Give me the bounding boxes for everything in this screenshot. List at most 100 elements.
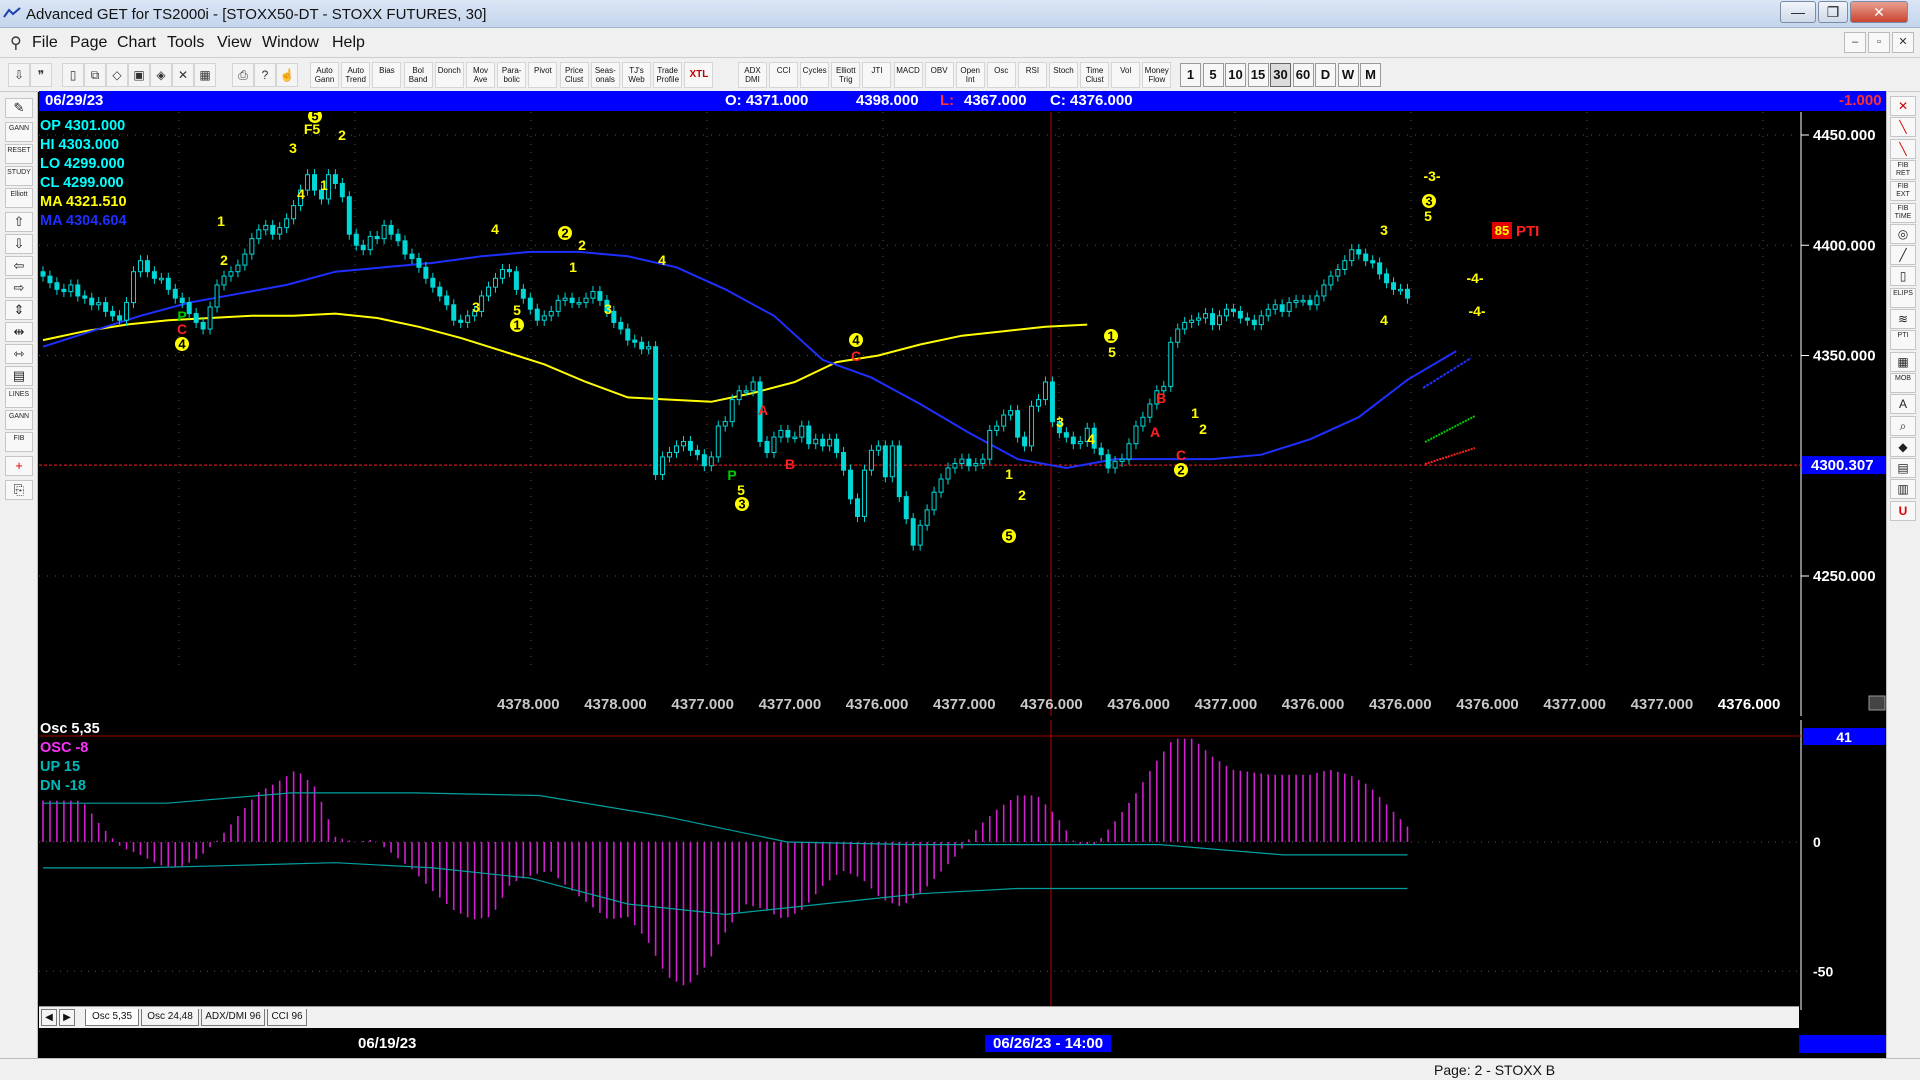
open-icon[interactable]: ⇩	[8, 63, 30, 87]
menu-view[interactable]: View	[217, 34, 251, 52]
pencil-icon[interactable]: ✎	[5, 98, 33, 118]
copy-icon[interactable]: ⎘	[5, 480, 33, 500]
close-button[interactable]: ✕	[1850, 1, 1908, 23]
timeframe-5-button[interactable]: 5	[1202, 63, 1224, 87]
study-icon[interactable]: STUDY	[5, 166, 33, 186]
help-icon[interactable]: ?	[254, 63, 276, 87]
toolbar-vol-button[interactable]: Vol	[1111, 62, 1141, 88]
toolbar-seas-onals-button[interactable]: Seas- onals	[590, 62, 620, 88]
elliott-icon[interactable]: Elliott	[5, 188, 33, 208]
toolbar-tj-s-web-button[interactable]: TJ's Web	[622, 62, 651, 88]
expand-icon[interactable]: ⇿	[5, 344, 33, 364]
zoom-horizontal-icon[interactable]: ⇹	[5, 322, 33, 342]
toolbar-trade-profile-button[interactable]: Trade Profile	[653, 62, 683, 88]
menu-tools[interactable]: Tools	[167, 34, 204, 52]
timeframe-10-button[interactable]: 10	[1225, 63, 1246, 87]
restore-button[interactable]: ❐	[1818, 1, 1848, 23]
toolbar-macd-button[interactable]: MACD	[893, 62, 923, 88]
tab-cci-96[interactable]: CCI 96	[267, 1009, 307, 1026]
print-icon[interactable]: ⎙	[232, 63, 254, 87]
arrow-right-icon[interactable]: ⇨	[5, 278, 33, 298]
mdi-minimize-button[interactable]: –	[1844, 32, 1866, 53]
price-chart[interactable]: 5F5 231412PC443 51221 434CABP531253415BA12C…	[39, 112, 1886, 716]
text-tool-icon[interactable]: A	[1890, 394, 1916, 415]
zoom-vertical-icon[interactable]: ⇕	[5, 300, 33, 320]
line-tool-icon[interactable]: ╲	[1890, 117, 1916, 138]
toolbar-mov-ave-button[interactable]: Mov Ave	[466, 62, 495, 88]
timeframe-60-button[interactable]: 60	[1292, 63, 1314, 87]
menu-help[interactable]: Help	[332, 34, 365, 52]
menu-page[interactable]: Page	[70, 34, 107, 52]
timeframe-1-button[interactable]: 1	[1180, 63, 1201, 87]
pointer-icon[interactable]: ☝	[276, 63, 298, 87]
toolbar-obv-button[interactable]: OBV	[924, 62, 954, 88]
toolbar-rsi-button[interactable]: RSI	[1017, 62, 1047, 88]
crosshair-icon[interactable]: +	[5, 456, 33, 476]
toolbar-para-bolic-button[interactable]: Para- bolic	[497, 62, 527, 88]
toolbar-osc-button[interactable]: Osc	[986, 62, 1016, 88]
toolbar-elliott-trig-button[interactable]: Elliott Trig	[831, 62, 861, 88]
menu-window[interactable]: Window	[262, 34, 319, 52]
grid-tool-icon[interactable]: ▦	[1890, 351, 1916, 372]
quote-icon[interactable]: ❞	[30, 63, 52, 87]
toolbar-auto-trend-button[interactable]: Auto Trend	[341, 62, 371, 88]
pti-icon[interactable]: PTI	[1890, 330, 1916, 351]
toolbar-jti-button[interactable]: JTI	[862, 62, 892, 88]
box-tool-icon[interactable]: ▯	[1890, 266, 1916, 287]
layout-icon[interactable]: ▣	[128, 63, 150, 87]
tile-icon[interactable]: ◇	[106, 63, 128, 87]
channel-tool-icon[interactable]: ╱	[1890, 245, 1916, 266]
timeframe-30-button[interactable]: 30	[1270, 63, 1291, 87]
toolbar-adx-dmi-button[interactable]: ADX DMI	[738, 62, 767, 88]
oscillator-panel[interactable]: 41 0 -50	[39, 720, 1886, 1010]
timeframe-M-button[interactable]: M	[1360, 63, 1381, 87]
u-tool-icon[interactable]: U	[1890, 500, 1916, 521]
timeframe-D-button[interactable]: D	[1315, 63, 1336, 87]
toolbar-time-clust-button[interactable]: Time Clust	[1080, 62, 1110, 88]
marker-icon[interactable]: ◆	[1890, 436, 1916, 457]
menu-file[interactable]: File	[32, 34, 58, 52]
gann-fan-icon[interactable]: GANN	[5, 410, 33, 430]
trend-line-icon[interactable]: ╲	[1890, 138, 1916, 159]
gann-icon[interactable]: GANN	[5, 122, 33, 142]
toolbar-auto-gann-button[interactable]: Auto Gann	[310, 62, 339, 88]
toolbar-xtl-button[interactable]: XTL	[684, 62, 714, 88]
link-icon[interactable]: ◈	[150, 63, 172, 87]
toolbar-open-int-button[interactable]: Open Int	[955, 62, 985, 88]
table-icon[interactable]: ▥	[1890, 479, 1916, 500]
toolbar-money-flow-button[interactable]: Money Flow	[1142, 62, 1172, 88]
toolbar-stoch-button[interactable]: Stoch	[1049, 62, 1078, 88]
grid-icon[interactable]: ▤	[5, 366, 33, 386]
toolbar-cycles-button[interactable]: Cycles	[800, 62, 830, 88]
toolbar-price-clust-button[interactable]: Price Clust	[559, 62, 589, 88]
tab-osc-24-48[interactable]: Osc 24,48	[141, 1009, 199, 1026]
chart-corner-icon[interactable]	[1868, 695, 1886, 711]
timeframe-15-button[interactable]: 15	[1247, 63, 1269, 87]
toolbar-pivot-button[interactable]: Pivot	[528, 62, 558, 88]
minimize-button[interactable]: —	[1780, 1, 1816, 23]
app-menu-icon[interactable]: ⚲	[10, 33, 22, 53]
data-window-icon[interactable]: ▤	[1890, 458, 1916, 479]
wave-tool-icon[interactable]: ≋	[1890, 309, 1916, 329]
toolbar-donch-button[interactable]: Donch	[434, 62, 464, 88]
tab-adx-dmi-96[interactable]: ADX/DMI 96	[201, 1009, 265, 1026]
grid-icon[interactable]: ▦	[194, 63, 216, 87]
arrow-down-icon[interactable]: ⇩	[5, 234, 33, 254]
close-tool-icon[interactable]: ✕	[1890, 96, 1916, 116]
arrow-left-icon[interactable]: ⇦	[5, 256, 33, 276]
reset-icon[interactable]: RESET	[5, 144, 33, 164]
timeframe-W-button[interactable]: W	[1337, 63, 1359, 87]
mob-icon[interactable]: MOB	[1890, 372, 1916, 393]
mdi-restore-button[interactable]: ▫	[1868, 32, 1890, 53]
fib-time-icon[interactable]: FIB TIME	[1890, 202, 1916, 223]
tab-scroll-right-button[interactable]: ▶	[59, 1009, 75, 1026]
toolbar-bol-band-button[interactable]: Bol Band	[403, 62, 433, 88]
tab-osc-5-35[interactable]: Osc 5,35	[85, 1009, 139, 1026]
arrow-up-icon[interactable]: ⇧	[5, 212, 33, 232]
mdi-close-button[interactable]: ✕	[1892, 32, 1914, 53]
fib-icon[interactable]: FIB	[5, 432, 33, 452]
menu-chart[interactable]: Chart	[117, 34, 156, 52]
toolbar-cci-button[interactable]: CCI	[769, 62, 799, 88]
zoom-icon[interactable]: ⌕	[1890, 415, 1916, 436]
new-page-icon[interactable]: ▯	[62, 63, 84, 87]
